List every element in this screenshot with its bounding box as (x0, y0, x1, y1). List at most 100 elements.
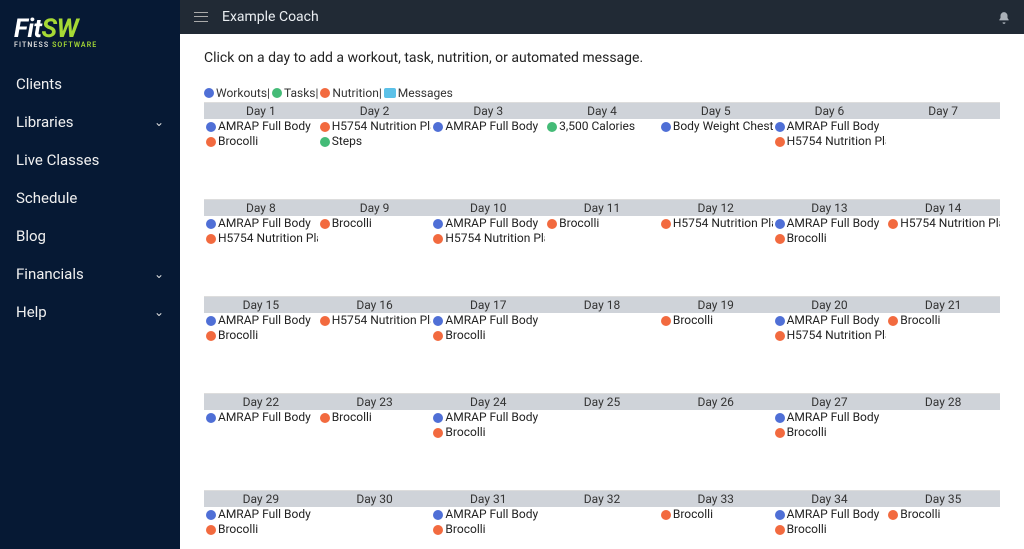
calendar-day[interactable]: Day 18 (545, 296, 659, 393)
day-item-label: AMRAP Full Body (445, 313, 538, 328)
day-item[interactable]: H5754 Nutrition Plan (431, 231, 545, 246)
nav-financials[interactable]: Financials⌄ (0, 255, 180, 293)
day-item[interactable]: AMRAP Full Body (204, 216, 318, 231)
day-item-label: H5754 Nutrition Plan (218, 231, 318, 246)
calendar-day[interactable]: Day 6AMRAP Full BodyH5754 Nutrition Plan (773, 102, 887, 199)
calendar-day[interactable]: Day 26 (659, 393, 773, 490)
day-item[interactable]: Brocolli (204, 134, 318, 149)
calendar-day[interactable]: Day 11Brocolli (545, 199, 659, 296)
calendar-day[interactable]: Day 22AMRAP Full Body (204, 393, 318, 490)
calendar-day[interactable]: Day 34AMRAP Full BodyBrocolli (773, 490, 887, 549)
day-item[interactable]: Brocolli (318, 410, 432, 425)
day-item[interactable]: Brocolli (431, 328, 545, 343)
nav-help[interactable]: Help⌄ (0, 293, 180, 331)
calendar-day[interactable]: Day 3AMRAP Full Body (431, 102, 545, 199)
day-item[interactable]: AMRAP Full Body (773, 313, 887, 328)
menu-icon[interactable] (194, 12, 208, 22)
day-item[interactable]: AMRAP Full Body (204, 507, 318, 522)
calendar-day[interactable]: Day 21Brocolli (886, 296, 1000, 393)
nav-liveclasses[interactable]: Live Classes (0, 141, 180, 179)
calendar-day[interactable]: Day 15AMRAP Full BodyBrocolli (204, 296, 318, 393)
calendar-day[interactable]: Day 12H5754 Nutrition Plan (659, 199, 773, 296)
calendar-day[interactable]: Day 10AMRAP Full BodyH5754 Nutrition Pla… (431, 199, 545, 296)
calendar-day[interactable]: Day 1AMRAP Full BodyBrocolli (204, 102, 318, 199)
day-item[interactable]: AMRAP Full Body (773, 410, 887, 425)
day-item[interactable]: Body Weight Chest Da (659, 119, 773, 134)
day-item[interactable]: Brocolli (204, 522, 318, 537)
orange-dot-icon (320, 316, 330, 326)
calendar-day[interactable]: Day 35Brocolli (886, 490, 1000, 549)
day-item[interactable]: Steps (318, 134, 432, 149)
day-item-label: AMRAP Full Body (218, 313, 311, 328)
day-item[interactable]: AMRAP Full Body (431, 216, 545, 231)
day-item-label: H5754 Nutrition Plan (332, 313, 432, 328)
day-item[interactable]: AMRAP Full Body (431, 313, 545, 328)
calendar-day[interactable]: Day 32 (545, 490, 659, 549)
day-item[interactable]: AMRAP Full Body (773, 119, 887, 134)
calendar-day[interactable]: Day 14H5754 Nutrition Plan (886, 199, 1000, 296)
day-item[interactable]: 3,500 Calories (545, 119, 659, 134)
calendar-day[interactable]: Day 23Brocolli (318, 393, 432, 490)
day-item[interactable]: Brocolli (886, 507, 1000, 522)
day-item[interactable]: AMRAP Full Body (204, 410, 318, 425)
orange-dot-icon (888, 219, 898, 229)
nav-libraries[interactable]: Libraries⌄ (0, 103, 180, 141)
day-item[interactable]: Brocolli (659, 507, 773, 522)
day-item[interactable]: AMRAP Full Body (431, 507, 545, 522)
calendar-day[interactable]: Day 7 (886, 102, 1000, 199)
day-item[interactable]: H5754 Nutrition Plan (204, 231, 318, 246)
day-item[interactable]: AMRAP Full Body (773, 216, 887, 231)
calendar-day[interactable]: Day 28 (886, 393, 1000, 490)
calendar-day[interactable]: Day 43,500 Calories (545, 102, 659, 199)
day-item[interactable]: AMRAP Full Body (431, 119, 545, 134)
calendar-day[interactable]: Day 24AMRAP Full BodyBrocolli (431, 393, 545, 490)
calendar-day[interactable]: Day 20AMRAP Full BodyH5754 Nutrition Pla… (773, 296, 887, 393)
day-item[interactable]: H5754 Nutrition Plan (659, 216, 773, 231)
day-item[interactable]: AMRAP Full Body (773, 507, 887, 522)
day-item[interactable]: AMRAP Full Body (204, 313, 318, 328)
day-item[interactable]: Brocolli (773, 522, 887, 537)
day-item[interactable]: H5754 Nutrition Plan (318, 119, 432, 134)
calendar-day[interactable]: Day 27AMRAP Full BodyBrocolli (773, 393, 887, 490)
day-item[interactable]: Brocolli (886, 313, 1000, 328)
day-item[interactable]: H5754 Nutrition Plan (773, 134, 887, 149)
nav-blog[interactable]: Blog (0, 217, 180, 255)
day-item[interactable]: Brocolli (773, 425, 887, 440)
calendar-day[interactable]: Day 2H5754 Nutrition PlanSteps (318, 102, 432, 199)
logo[interactable]: FitSW FITNESS SOFTWARE (0, 8, 180, 65)
day-item[interactable]: AMRAP Full Body (204, 119, 318, 134)
calendar-day[interactable]: Day 13AMRAP Full BodyBrocolli (773, 199, 887, 296)
calendar-day[interactable]: Day 33Brocolli (659, 490, 773, 549)
blue-dot-icon (433, 122, 443, 132)
day-item[interactable]: AMRAP Full Body (431, 410, 545, 425)
calendar-day[interactable]: Day 16H5754 Nutrition Plan (318, 296, 432, 393)
day-item[interactable]: Brocolli (318, 216, 432, 231)
calendar-day[interactable]: Day 25 (545, 393, 659, 490)
calendar-day[interactable]: Day 31AMRAP Full BodyBrocolli (431, 490, 545, 549)
calendar-day[interactable]: Day 5Body Weight Chest Da (659, 102, 773, 199)
calendar-day[interactable]: Day 9Brocolli (318, 199, 432, 296)
day-item-label: Steps (332, 134, 362, 149)
bell-icon[interactable] (997, 11, 1010, 24)
day-item-label: Brocolli (787, 231, 827, 246)
calendar-day[interactable]: Day 30 (318, 490, 432, 549)
day-item[interactable]: Brocolli (545, 216, 659, 231)
day-header: Day 17 (431, 297, 545, 313)
day-header: Day 12 (659, 200, 773, 216)
nav-clients[interactable]: Clients (0, 65, 180, 103)
nav-schedule[interactable]: Schedule (0, 179, 180, 217)
day-item[interactable]: Brocolli (773, 231, 887, 246)
day-item[interactable]: H5754 Nutrition Plan (318, 313, 432, 328)
calendar-day[interactable]: Day 29AMRAP Full BodyBrocolli (204, 490, 318, 549)
calendar-day[interactable]: Day 17AMRAP Full BodyBrocolli (431, 296, 545, 393)
day-item[interactable]: Brocolli (659, 313, 773, 328)
day-item[interactable]: H5754 Nutrition Plan (886, 216, 1000, 231)
calendar-day[interactable]: Day 8AMRAP Full BodyH5754 Nutrition Plan (204, 199, 318, 296)
blue-dot-icon (433, 510, 443, 520)
calendar-day[interactable]: Day 19Brocolli (659, 296, 773, 393)
day-item[interactable]: Brocolli (431, 522, 545, 537)
day-item[interactable]: Brocolli (431, 425, 545, 440)
day-item[interactable]: H5754 Nutrition Plan (773, 328, 887, 343)
green-dot-icon (320, 137, 330, 147)
day-item[interactable]: Brocolli (204, 328, 318, 343)
